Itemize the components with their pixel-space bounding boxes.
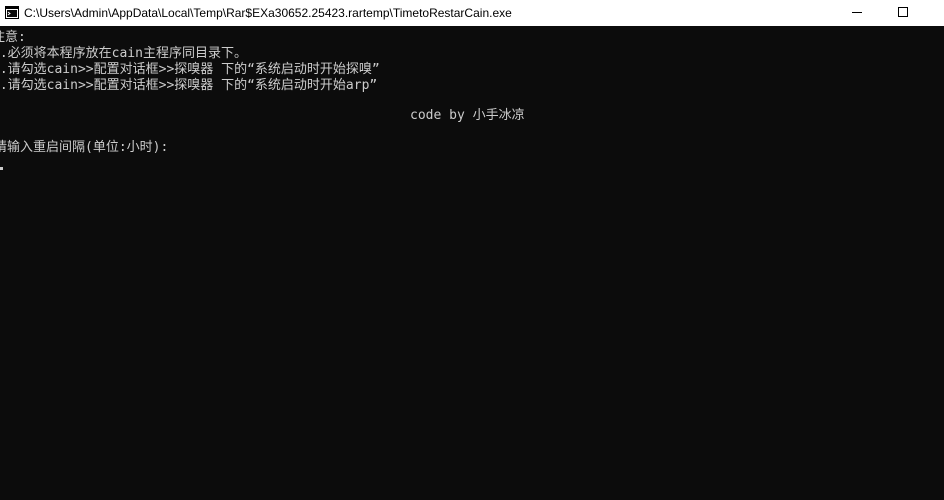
minimize-button[interactable] (834, 0, 880, 26)
notice-line-3: 3.请勾选cain>>配置对话框>>探嗅器 下的“系统启动时开始arp” (0, 78, 378, 93)
minimize-icon (852, 4, 862, 22)
notice-line-2: 2.请勾选cain>>配置对话框>>探嗅器 下的“系统启动时开始探嗅” (0, 62, 380, 77)
close-button[interactable] (926, 0, 944, 26)
console-window: C:\Users\Admin\AppData\Local\Temp\Rar$EX… (0, 0, 944, 500)
maximize-button[interactable] (880, 0, 926, 26)
maximize-icon (898, 4, 908, 22)
author-credit: code by 小手冰凉 (410, 108, 525, 123)
text-cursor[interactable] (0, 167, 3, 170)
window-title: C:\Users\Admin\AppData\Local\Temp\Rar$EX… (24, 6, 512, 20)
notice-heading: 注意: (0, 30, 26, 45)
notice-line-1: 1.必须将本程序放在cain主程序同目录下。 (0, 46, 247, 61)
console-output[interactable]: 注意: 1.必须将本程序放在cain主程序同目录下。 2.请勾选cain>>配置… (0, 28, 944, 500)
restart-interval-prompt: 请输入重启间隔(单位:小时): (0, 140, 169, 155)
title-bar[interactable]: C:\Users\Admin\AppData\Local\Temp\Rar$EX… (0, 0, 944, 26)
console-app-icon[interactable] (5, 6, 19, 19)
